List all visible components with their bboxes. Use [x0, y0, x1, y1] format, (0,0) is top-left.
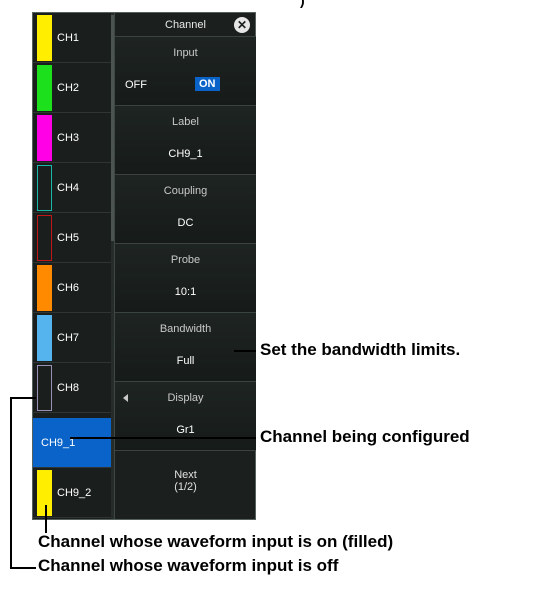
bandwidth-title: Bandwidth	[159, 323, 212, 335]
display-title: Display	[167, 392, 204, 404]
menu-title: Channel ✕	[115, 13, 256, 37]
callout-input-on: Channel whose waveform input is on (fill…	[38, 532, 394, 551]
callout-input-off: Channel whose waveform input is off	[38, 556, 339, 575]
channel-color-swatch	[37, 265, 52, 311]
coupling-title: Coupling	[163, 185, 208, 197]
channel-row-ch9-1[interactable]: CH9_1	[33, 418, 111, 468]
probe-title: Probe	[170, 254, 201, 266]
callout-line-configured	[70, 437, 256, 439]
channel-menu: Channel ✕ Input OFF ON Label CH9_1 Coupl…	[114, 13, 256, 519]
channel-row-ch3[interactable]: CH3	[33, 113, 111, 163]
channel-label: CH6	[57, 282, 80, 294]
cropped-text: )	[300, 0, 305, 8]
channel-row-ch7[interactable]: CH7	[33, 313, 111, 363]
display-setting[interactable]: Display Gr1	[115, 382, 256, 451]
channel-color-swatch	[37, 115, 52, 161]
channel-label: CH9_1	[41, 437, 76, 449]
channel-label: CH2	[57, 82, 80, 94]
callout-line-input-off-h1	[10, 397, 36, 399]
label-setting[interactable]: Label CH9_1	[115, 106, 256, 175]
callout-line-input-off-v	[10, 397, 12, 569]
channel-row-ch5[interactable]: CH5	[33, 213, 111, 263]
channel-label: CH8	[57, 382, 80, 394]
input-off-option[interactable]: OFF	[125, 79, 147, 91]
channel-label: CH9_2	[57, 487, 92, 499]
channel-row-ch1[interactable]: CH1	[33, 13, 111, 63]
coupling-value: DC	[177, 217, 194, 229]
channel-row-ch8[interactable]: CH8	[33, 363, 111, 413]
display-value: Gr1	[176, 424, 195, 436]
channel-color-swatch	[37, 15, 52, 61]
input-on-option[interactable]: ON	[195, 77, 220, 91]
coupling-setting[interactable]: Coupling DC	[115, 175, 256, 244]
callout-line-input-on	[45, 505, 47, 533]
bandwidth-setting[interactable]: Bandwidth Full	[115, 313, 256, 382]
input-title: Input	[173, 47, 198, 59]
probe-setting[interactable]: Probe 10:1	[115, 244, 256, 313]
menu-title-text: Channel	[165, 19, 206, 31]
label-value: CH9_1	[168, 148, 203, 160]
channel-list: CH1 CH2 CH3 CH4 CH5 CH6 CH7 CH8 CH9_1 CH…	[33, 13, 111, 519]
channel-color-swatch	[37, 65, 52, 111]
probe-value: 10:1	[174, 286, 197, 298]
callout-line-bandwidth	[234, 350, 256, 352]
channel-color-swatch	[37, 215, 52, 261]
close-icon[interactable]: ✕	[234, 17, 250, 33]
channel-panel: CH1 CH2 CH3 CH4 CH5 CH6 CH7 CH8 CH9_1 CH…	[32, 12, 256, 520]
channel-label: CH3	[57, 132, 80, 144]
callout-line-input-off-h2	[10, 567, 36, 569]
channel-label: CH4	[57, 182, 80, 194]
callout-configured: Channel being configured	[260, 427, 470, 446]
channel-row-ch6[interactable]: CH6	[33, 263, 111, 313]
input-toggle[interactable]: Input OFF ON	[115, 37, 256, 106]
channel-color-swatch	[37, 315, 52, 361]
next-label: Next	[174, 469, 197, 481]
callout-bandwidth: Set the bandwidth limits.	[260, 340, 461, 359]
channel-label: CH5	[57, 232, 80, 244]
label-title: Label	[172, 116, 199, 128]
channel-color-swatch	[37, 165, 52, 211]
channel-label: CH1	[57, 32, 80, 44]
channel-color-swatch	[37, 365, 52, 411]
bandwidth-value: Full	[176, 355, 195, 367]
channel-label: CH7	[57, 332, 80, 344]
next-page-indicator: (1/2)	[174, 481, 197, 493]
next-page-button[interactable]: Next (1/2)	[115, 451, 256, 519]
channel-row-ch4[interactable]: CH4	[33, 163, 111, 213]
channel-row-ch2[interactable]: CH2	[33, 63, 111, 113]
